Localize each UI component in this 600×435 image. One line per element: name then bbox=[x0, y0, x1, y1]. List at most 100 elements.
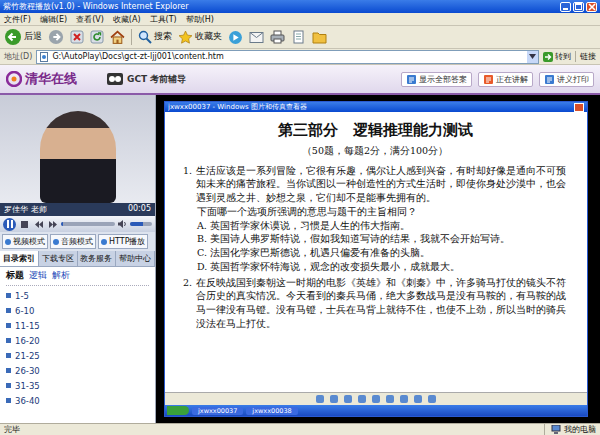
document-icon bbox=[406, 74, 417, 85]
menu-bar: 文件(F) 编辑(E) 查看(V) 收藏(A) 工具(T) 帮助(H) bbox=[0, 13, 600, 26]
go-button[interactable]: 转到 bbox=[543, 51, 571, 62]
sidebar-tab[interactable]: 帮助中心 bbox=[116, 251, 155, 266]
viewer-tool-icon[interactable] bbox=[400, 395, 408, 403]
viewer-toolbar bbox=[165, 392, 587, 405]
favorites-button[interactable]: 收藏夹 bbox=[178, 30, 222, 45]
next-icon bbox=[49, 221, 57, 228]
sidebar-item[interactable]: 26-30 bbox=[6, 363, 149, 378]
mode-button[interactable]: 视频模式 bbox=[2, 234, 48, 249]
home-button[interactable] bbox=[110, 30, 125, 45]
document-icon bbox=[483, 74, 494, 85]
taskbar: jxwxx00037jxwxx00038 bbox=[165, 405, 587, 416]
refresh-button[interactable] bbox=[90, 30, 104, 44]
heading-link[interactable]: 解析 bbox=[52, 270, 70, 282]
start-button[interactable] bbox=[167, 406, 189, 415]
viewer-tool-icon[interactable] bbox=[414, 395, 422, 403]
address-field[interactable]: G:\AutoPlay\Docs\gct-zt-ljj001\content.h… bbox=[36, 50, 539, 64]
viewer-tool-icon[interactable] bbox=[344, 395, 352, 403]
taskbar-button[interactable]: jxwxx00038 bbox=[246, 407, 297, 415]
mail-icon bbox=[249, 31, 264, 44]
print-button[interactable] bbox=[270, 30, 285, 44]
heading-link[interactable]: 逻辑 bbox=[29, 270, 47, 282]
menu-item[interactable]: 查看(V) bbox=[76, 14, 104, 25]
header-button[interactable]: 讲义打印 bbox=[539, 72, 594, 87]
volume-slider[interactable] bbox=[130, 222, 152, 226]
menu-item[interactable]: 编辑(E) bbox=[40, 14, 67, 25]
question: 2.在反映战国到秦朝这一时期的电影《英雄》和《刺秦》中，许多骑马打仗的镜头不符合… bbox=[183, 276, 567, 331]
print-icon bbox=[544, 74, 555, 85]
stop-icon bbox=[21, 221, 28, 228]
maximize-button[interactable] bbox=[573, 2, 584, 12]
stop-button[interactable] bbox=[19, 219, 30, 230]
video-frame bbox=[0, 95, 155, 203]
sidebar-item[interactable]: 36-40 bbox=[6, 393, 149, 408]
address-dropdown[interactable] bbox=[527, 51, 538, 63]
mode-button[interactable]: HTTP播放 bbox=[98, 234, 148, 249]
pause-button[interactable] bbox=[3, 218, 16, 231]
mode-button[interactable]: 音频模式 bbox=[50, 234, 96, 249]
film-icon bbox=[107, 73, 123, 85]
security-zone: 我的电脑 bbox=[544, 424, 596, 435]
answer-option: A. 英国哲学家休谟说，习惯是人生的伟大指南。 bbox=[183, 219, 567, 233]
viewer-title-bar: jxwxx00037 - Windows 图片和传真查看器 bbox=[165, 102, 587, 112]
menu-item[interactable]: 帮助(H) bbox=[186, 14, 214, 25]
sidebar-tab[interactable]: 教务服务 bbox=[78, 251, 117, 266]
back-button[interactable]: 后退 bbox=[4, 28, 42, 46]
edit-button[interactable] bbox=[291, 30, 306, 44]
answer-option: C. 法国化学家巴斯德说，机遇只偏爱有准备的头脑。 bbox=[183, 246, 567, 260]
bullet-icon bbox=[6, 338, 11, 343]
menu-item[interactable]: 工具(T) bbox=[150, 14, 177, 25]
next-button[interactable] bbox=[47, 219, 58, 230]
home-icon bbox=[110, 30, 125, 45]
sidebar-item[interactable]: 11-15 bbox=[6, 318, 149, 333]
sidebar-item[interactable]: 6-10 bbox=[6, 303, 149, 318]
viewer-tool-icon[interactable] bbox=[316, 395, 324, 403]
sidebar-item[interactable]: 16-20 bbox=[6, 333, 149, 348]
media-button[interactable] bbox=[228, 30, 243, 45]
viewer-tool-icon[interactable] bbox=[330, 395, 338, 403]
seek-slider[interactable] bbox=[61, 222, 115, 226]
sidebar-item[interactable]: 1-5 bbox=[6, 288, 149, 303]
bullet-icon bbox=[6, 323, 11, 328]
go-arrow-icon bbox=[543, 52, 553, 62]
taskbar-button[interactable]: jxwxx00037 bbox=[192, 407, 243, 415]
teacher-name: 罗佳华 老师 bbox=[4, 204, 47, 215]
sidebar-item[interactable]: 31-35 bbox=[6, 378, 149, 393]
player-controls bbox=[0, 216, 155, 232]
viewer-tool-icon[interactable] bbox=[358, 395, 366, 403]
magnifier-icon bbox=[138, 30, 152, 44]
sidebar-tab[interactable]: 目录索引 bbox=[0, 251, 39, 266]
folder-button[interactable] bbox=[312, 31, 327, 44]
viewer-tool-icon[interactable] bbox=[428, 395, 436, 403]
menu-item[interactable]: 收藏(A) bbox=[113, 14, 141, 25]
viewer-close-button[interactable] bbox=[574, 103, 584, 112]
mail-button[interactable] bbox=[249, 31, 264, 44]
search-button[interactable]: 搜索 bbox=[138, 30, 172, 44]
sidebar-tab[interactable]: 下载专区 bbox=[39, 251, 78, 266]
stop-button[interactable] bbox=[70, 30, 84, 44]
document-page: 第三部分 逻辑推理能力测试 （50题，每题2分，满分100分） 1.生活应该是一… bbox=[165, 112, 587, 392]
close-icon bbox=[588, 3, 596, 11]
list-heading: 标题 逻辑解析 bbox=[6, 270, 149, 286]
toolbar: 后退 搜索 收藏夹 bbox=[0, 26, 600, 49]
logo-icon bbox=[6, 71, 22, 87]
viewer-tool-icon[interactable] bbox=[372, 395, 380, 403]
previous-button[interactable] bbox=[33, 219, 44, 230]
player-modes: 视频模式音频模式HTTP播放 bbox=[0, 232, 155, 251]
minimize-button[interactable] bbox=[560, 2, 571, 12]
links-button[interactable]: 链接 bbox=[575, 51, 596, 62]
sidebar-item[interactable]: 21-25 bbox=[6, 348, 149, 363]
menu-item[interactable]: 文件(F) bbox=[4, 14, 31, 25]
viewer-tool-icon[interactable] bbox=[386, 395, 394, 403]
header-button[interactable]: 正在讲解 bbox=[478, 72, 533, 87]
back-arrow-icon bbox=[4, 28, 22, 46]
section-heading: 第三部分 逻辑推理能力测试 bbox=[183, 120, 567, 142]
forward-button[interactable] bbox=[48, 29, 64, 45]
header-button[interactable]: 显示全部答案 bbox=[401, 72, 472, 87]
close-button[interactable] bbox=[586, 2, 597, 12]
window-title: 紫竹教程播放(v1.0) - Windows Internet Explorer bbox=[3, 1, 189, 12]
page-icon bbox=[39, 52, 49, 62]
bullet-icon bbox=[6, 368, 11, 373]
pause-icon bbox=[6, 220, 14, 228]
bullet-icon bbox=[6, 308, 11, 313]
